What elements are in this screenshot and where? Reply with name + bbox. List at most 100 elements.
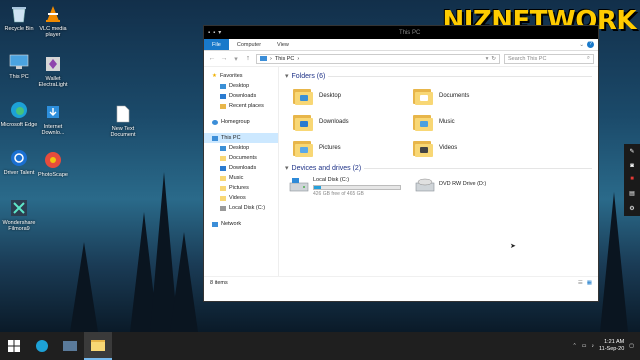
nav-this-pc-item[interactable]: Music [204,173,278,183]
tab-computer[interactable]: Computer [229,39,269,50]
desktop-icon-driver-talent[interactable]: Driver Talent [0,148,38,176]
drive-item-d[interactable]: DVD RW Drive (D:) [415,177,486,197]
folder-item[interactable]: Desktop [293,85,413,107]
record-icon[interactable]: ■ [630,176,634,182]
drive-item-c[interactable]: Local Disk (C:) 426 GB free of 465 GB [289,177,401,197]
taskbar-file-explorer[interactable] [84,332,112,360]
start-button[interactable] [0,332,28,360]
view-toggle: ☰ ▦ [578,280,592,286]
folder-item[interactable]: Downloads [293,111,413,133]
nav-this-pc-item[interactable]: Videos [204,193,278,203]
nav-this-pc-item[interactable]: Downloads [204,163,278,173]
windows-logo-icon [8,340,20,352]
tab-view[interactable]: View [269,39,297,50]
system-tray: ⌃ ▭ ♪ 1:21 AM 11-Sep-20 ▢ [573,339,640,353]
tree-silhouette [70,242,98,332]
desktop-icon-vlc[interactable]: VLC media player [34,4,72,38]
desktop-icon-this-pc[interactable]: This PC [0,52,38,80]
save-icon[interactable]: ▪ [208,30,210,36]
nav-favorites-item[interactable]: Downloads [204,91,278,101]
explorer-window[interactable]: ▪ ▪ ▾ This PC File Computer View ⌄ ? ← →… [203,25,599,302]
desktop-folder-icon [220,83,226,89]
dvd-drive-icon [415,177,435,193]
back-icon[interactable]: ← [208,55,216,62]
nav-favorites[interactable]: ★ Favorites [204,71,278,81]
notifications-icon[interactable]: ▢ [629,343,634,349]
nav-this-pc-item[interactable]: Desktop [204,143,278,153]
downloads-folder-icon [293,113,313,131]
drive-name: DVD RW Drive (D:) [439,181,487,187]
desktop-icon-photoscape[interactable]: PhotoScape [34,150,72,178]
quick-access-toolbar: ▪ ▪ ▾ [208,29,221,37]
details-view-icon[interactable]: ☰ [578,280,583,286]
drive-free-space: 426 GB free of 465 GB [313,191,364,197]
collapse-icon[interactable]: ▾ [285,72,289,80]
content-pane[interactable]: ▾ Folders (6) Desktop Documents Download… [279,67,598,276]
large-icons-view-icon[interactable]: ▦ [587,280,592,286]
volume-icon[interactable]: ♪ [591,343,594,349]
search-input[interactable]: Search This PC ⌕ [504,53,594,64]
ribbon-tabs: File Computer View ⌄ ? [204,39,598,51]
folders-group-header[interactable]: ▾ Folders (6) [285,71,592,81]
forward-icon[interactable]: → [220,55,228,62]
folder-badge [420,121,428,127]
desktop-icon-edge[interactable]: Microsoft Edge [0,100,38,128]
nav-favorites-item[interactable]: Desktop [204,81,278,91]
desktop-icon-filmora[interactable]: Wondershare Filmora9 [0,198,38,232]
folder-item[interactable]: Videos [413,137,533,159]
driver-talent-icon [8,148,30,168]
downloads-folder-icon [220,165,226,171]
mouse-cursor-icon: ➤ [510,243,516,250]
settings-icon[interactable]: ⚙ [629,205,634,212]
desktop-folder-icon [220,145,226,151]
nav-network[interactable]: Network [204,219,278,229]
drive-usage-fill [314,186,322,189]
drives-group-header[interactable]: ▾ Devices and drives (2) [285,163,592,173]
help-icon[interactable]: ? [587,41,594,48]
folder-item[interactable]: Music [413,111,533,133]
collapse-icon[interactable]: ▾ [285,164,289,172]
navigation-pane[interactable]: ★ Favorites Desktop Downloads Recent pla… [204,67,279,276]
music-folder-icon [413,113,433,131]
clock[interactable]: 1:21 AM 11-Sep-20 [599,339,624,353]
computer-icon [260,56,267,61]
title-bar[interactable]: ▪ ▪ ▾ This PC [204,26,598,39]
show-hidden-icons-icon[interactable]: ⌃ [573,343,577,349]
nav-this-pc-item[interactable]: Documents [204,153,278,163]
properties-icon[interactable]: ▪ [213,30,215,36]
desktop-icon-wallet[interactable]: Wallet ElectraLight [34,54,72,88]
folder-item[interactable]: Documents [413,85,533,107]
nav-this-pc-item[interactable]: Local Disk (C:) [204,203,278,213]
nav-homegroup[interactable]: Homegroup [204,117,278,127]
camera-icon[interactable]: ◙ [630,163,634,169]
desktop-icon-recycle-bin[interactable]: Recycle Bin [0,4,38,32]
downloads-folder-icon [220,93,226,99]
recorder-toolbar: ✎ ◙ ■ ▤ ⚙ [624,144,640,216]
breadcrumb[interactable]: This PC [275,56,295,62]
app-icon [63,341,77,351]
this-pc-icon [8,52,30,72]
taskbar-edge[interactable] [28,332,56,360]
text-document-icon [112,104,134,124]
address-bar[interactable]: › This PC › ▾ ↻ [256,53,500,64]
address-dropdown-icon[interactable]: ▾ [486,56,489,62]
recent-locations-icon[interactable]: ▾ [232,55,240,63]
desktop-icon-text-document[interactable]: New Text Document [104,104,142,138]
computer-icon [212,135,218,141]
expand-ribbon-icon[interactable]: ⌄ [579,42,584,48]
folder-item[interactable]: Pictures [293,137,413,159]
network-icon[interactable]: ▭ [582,343,587,349]
idm-icon [42,102,64,122]
nav-favorites-item[interactable]: Recent places [204,101,278,111]
nav-this-pc[interactable]: This PC [204,133,278,143]
clock-time: 1:21 AM [604,339,625,345]
nav-this-pc-item[interactable]: Pictures [204,183,278,193]
tab-file[interactable]: File [204,39,229,50]
pen-icon[interactable]: ✎ [629,148,634,155]
refresh-icon[interactable]: ↻ [491,56,496,62]
up-icon[interactable]: ↑ [244,55,252,62]
gallery-icon[interactable]: ▤ [629,190,635,197]
edge-icon [36,340,48,352]
desktop-icon-idm[interactable]: Internet Downlo... [34,102,72,136]
taskbar-app[interactable] [56,332,84,360]
